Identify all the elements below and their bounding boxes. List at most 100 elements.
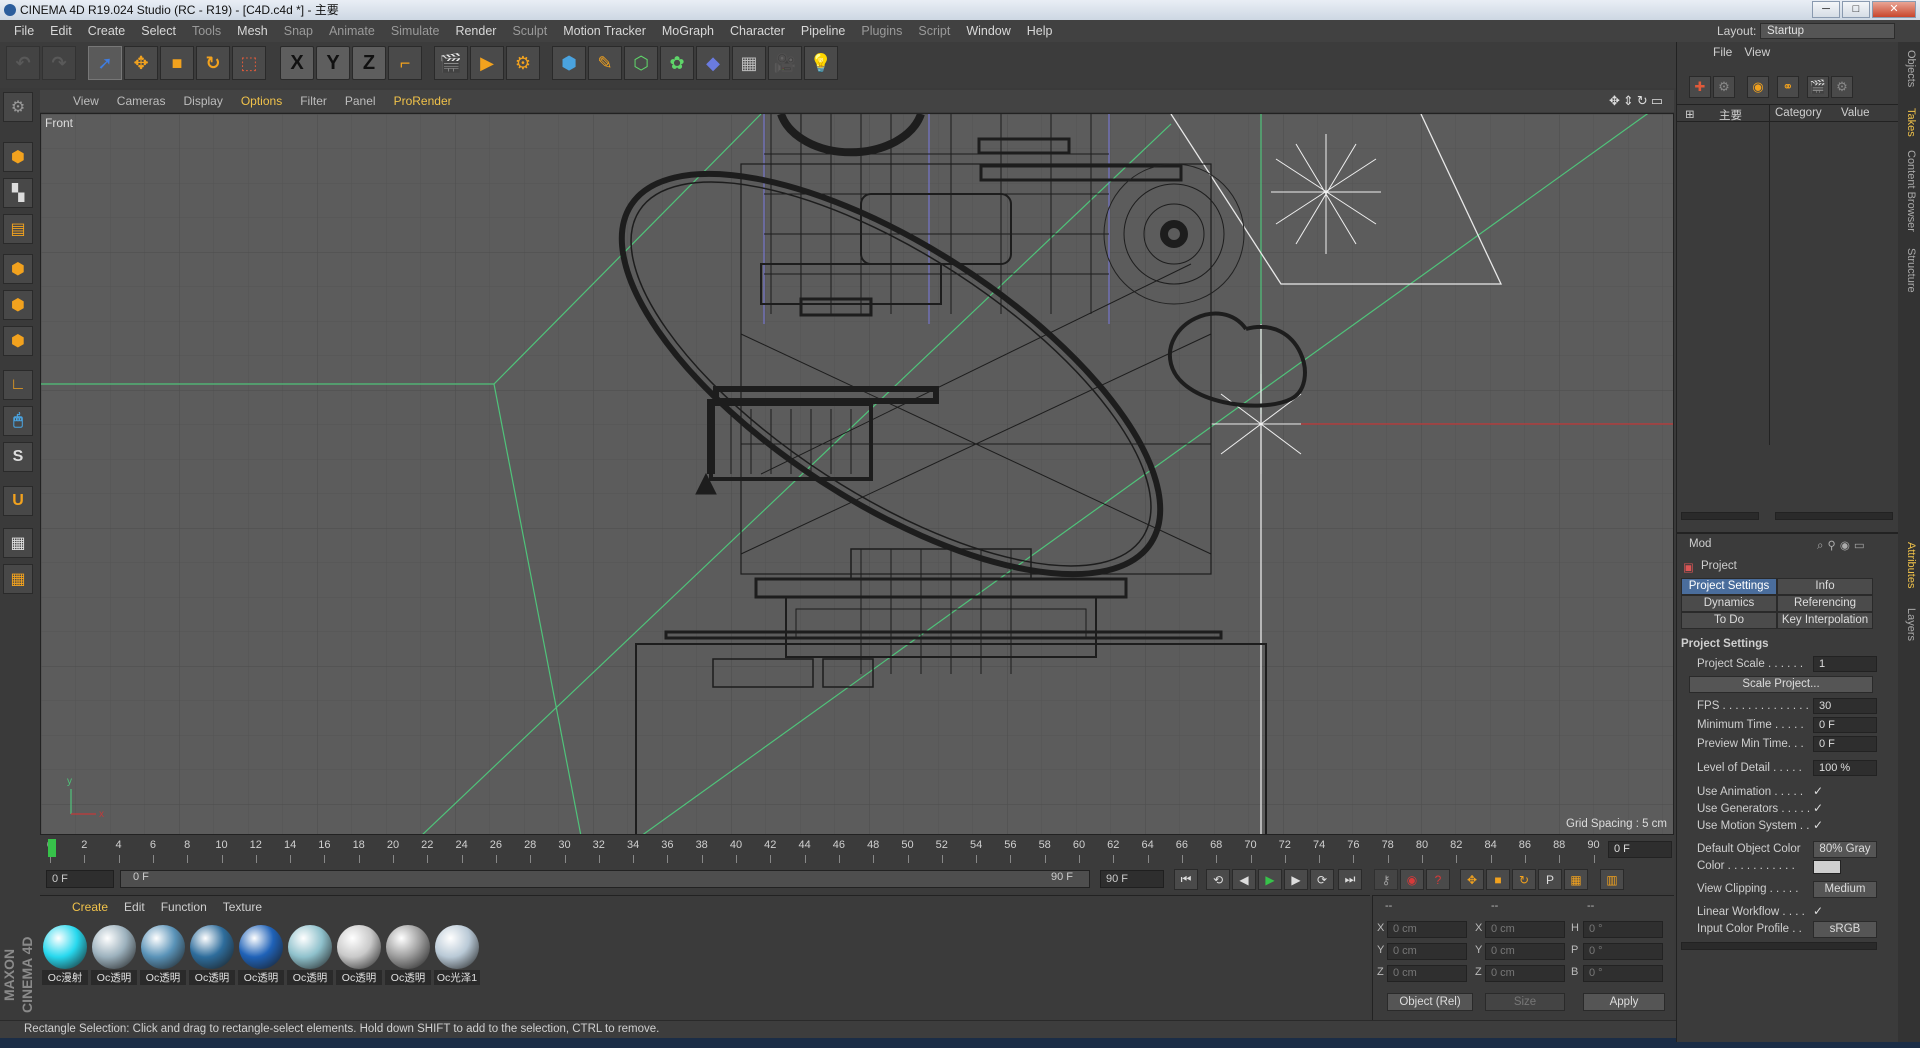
tab-dynamics[interactable]: Dynamics bbox=[1681, 595, 1777, 612]
takes-expand-icon[interactable]: ⊞ bbox=[1685, 107, 1695, 121]
key-scale-button[interactable]: ■ bbox=[1486, 869, 1510, 890]
subdivision-button[interactable]: ⬡ bbox=[624, 46, 658, 80]
viewport-menu-filter[interactable]: Filter bbox=[291, 94, 336, 108]
position-z-field[interactable]: 0 cm bbox=[1387, 965, 1467, 982]
menu-animate[interactable]: Animate bbox=[321, 20, 383, 42]
view-clipping-select[interactable]: Medium bbox=[1813, 881, 1877, 898]
undo-button[interactable]: ↶ bbox=[6, 46, 40, 80]
menu-edit[interactable]: Edit bbox=[42, 20, 80, 42]
rotation-p-field[interactable]: 0 ° bbox=[1583, 943, 1663, 960]
vtab-content-browser[interactable]: Content Browser bbox=[1901, 150, 1917, 232]
planar-workplane-button[interactable]: ▦ bbox=[3, 564, 33, 594]
size-y-field[interactable]: 0 cm bbox=[1485, 943, 1565, 960]
menu-tools[interactable]: Tools bbox=[184, 20, 229, 42]
x-axis-lock-button[interactable]: X bbox=[280, 46, 314, 80]
takes-scrollbar-right[interactable] bbox=[1775, 512, 1893, 520]
camera-button[interactable]: 🎥 bbox=[768, 46, 802, 80]
deformer-button[interactable]: ◆ bbox=[696, 46, 730, 80]
attr-mode-menu[interactable]: Mod bbox=[1689, 538, 1711, 550]
position-x-field[interactable]: 0 cm bbox=[1387, 921, 1467, 938]
linear-workflow-checkbox[interactable]: ✓ bbox=[1813, 904, 1823, 918]
material-item[interactable]: Oc透明 bbox=[238, 924, 284, 985]
points-mode-button[interactable]: ⬢ bbox=[3, 254, 33, 284]
coordinate-system-button[interactable]: ⌐ bbox=[388, 46, 422, 80]
maximize-button[interactable]: □ bbox=[1842, 1, 1870, 18]
model-mode-button[interactable]: ⬢ bbox=[3, 142, 33, 172]
texture-mode-button[interactable]: ▚ bbox=[3, 178, 33, 208]
go-to-start-button[interactable]: ⏮ bbox=[1174, 869, 1198, 890]
default-color-select[interactable]: 80% Gray bbox=[1813, 841, 1877, 858]
menu-pipeline[interactable]: Pipeline bbox=[793, 20, 853, 42]
apply-button[interactable]: Apply bbox=[1583, 993, 1665, 1011]
select-tool-button[interactable]: ➚ bbox=[88, 46, 122, 80]
workplane-lock-button[interactable]: ▦ bbox=[3, 528, 33, 558]
take-lock-button[interactable]: ⚭ bbox=[1777, 76, 1799, 98]
playhead-marker[interactable] bbox=[48, 839, 56, 857]
make-editable-button[interactable]: ⚙ bbox=[3, 92, 33, 122]
solo-button[interactable]: S bbox=[3, 442, 33, 472]
start-frame-field[interactable]: 0 F bbox=[46, 870, 114, 888]
mograph-cloner-button[interactable]: ✿ bbox=[660, 46, 694, 80]
menu-mograph[interactable]: MoGraph bbox=[654, 20, 722, 42]
z-axis-lock-button[interactable]: Z bbox=[352, 46, 386, 80]
material-item[interactable]: Oc漫射 bbox=[42, 924, 88, 985]
lod-field[interactable]: 100 % bbox=[1813, 760, 1877, 776]
menu-script[interactable]: Script bbox=[910, 20, 958, 42]
use-generators-checkbox[interactable]: ✓ bbox=[1813, 801, 1823, 815]
close-button[interactable]: ✕ bbox=[1872, 1, 1916, 18]
takes-scrollbar-left[interactable] bbox=[1681, 512, 1759, 520]
object-menu-view[interactable]: View bbox=[1738, 45, 1776, 59]
render-settings-button[interactable]: ⚙ bbox=[506, 46, 540, 80]
y-axis-lock-button[interactable]: Y bbox=[316, 46, 350, 80]
move-tool-button[interactable]: ✥ bbox=[124, 46, 158, 80]
rotation-b-field[interactable]: 0 ° bbox=[1583, 965, 1663, 982]
menu-sculpt[interactable]: Sculpt bbox=[504, 20, 555, 42]
cube-primitive-button[interactable]: ⬢ bbox=[552, 46, 586, 80]
floor-button[interactable]: ▦ bbox=[732, 46, 766, 80]
material-menu-edit[interactable]: Edit bbox=[116, 900, 153, 914]
key-rotation-button[interactable]: ↻ bbox=[1512, 869, 1536, 890]
recent-tools-button[interactable]: ⬚ bbox=[232, 46, 266, 80]
menu-snap[interactable]: Snap bbox=[276, 20, 321, 42]
size-z-field[interactable]: 0 cm bbox=[1485, 965, 1565, 982]
project-scale-field[interactable]: 1 bbox=[1813, 656, 1877, 672]
scale-project-button[interactable]: Scale Project... bbox=[1689, 676, 1873, 693]
edges-mode-button[interactable]: ⬢ bbox=[3, 290, 33, 320]
take-overrides-button[interactable]: ⚙ bbox=[1713, 76, 1735, 98]
redo-button[interactable]: ↷ bbox=[42, 46, 76, 80]
menu-create[interactable]: Create bbox=[80, 20, 134, 42]
material-menu-create[interactable]: Create bbox=[64, 900, 116, 914]
play-button[interactable]: ▶ bbox=[1258, 869, 1282, 890]
key-pla-button[interactable]: ▦ bbox=[1564, 869, 1588, 890]
vtab-takes[interactable]: Takes bbox=[1901, 108, 1917, 137]
keyframe-selection-button[interactable]: ? bbox=[1426, 869, 1450, 890]
tab-info[interactable]: Info bbox=[1777, 578, 1873, 595]
tab-referencing[interactable]: Referencing bbox=[1777, 595, 1873, 612]
material-item[interactable]: Oc透明 bbox=[287, 924, 333, 985]
vtab-objects[interactable]: Objects bbox=[1901, 50, 1917, 87]
input-profile-select[interactable]: sRGB bbox=[1813, 921, 1877, 938]
rotation-h-field[interactable]: 0 ° bbox=[1583, 921, 1663, 938]
render-picture-viewer-button[interactable]: ▶ bbox=[470, 46, 504, 80]
take-add-button[interactable]: ✚ bbox=[1689, 76, 1711, 98]
fps-field[interactable]: 30 bbox=[1813, 698, 1877, 714]
viewport-menu-prorender[interactable]: ProRender bbox=[385, 94, 461, 108]
go-to-end-button[interactable]: ⏭ bbox=[1338, 869, 1362, 890]
autokey-button[interactable]: ◉ bbox=[1400, 869, 1424, 890]
material-item[interactable]: Oc透明 bbox=[385, 924, 431, 985]
vtab-attributes[interactable]: Attributes bbox=[1901, 542, 1917, 588]
axis-mode-button[interactable]: ∟ bbox=[3, 370, 33, 400]
viewport-menu-display[interactable]: Display bbox=[174, 94, 231, 108]
material-item[interactable]: Oc透明 bbox=[189, 924, 235, 985]
size-x-field[interactable]: 0 cm bbox=[1485, 921, 1565, 938]
prev-frame-button[interactable]: ◀ bbox=[1232, 869, 1256, 890]
use-motion-checkbox[interactable]: ✓ bbox=[1813, 818, 1823, 832]
menu-select[interactable]: Select bbox=[133, 20, 184, 42]
menu-motion-tracker[interactable]: Motion Tracker bbox=[555, 20, 654, 42]
vtab-structure[interactable]: Structure bbox=[1901, 248, 1917, 293]
coord-size-select[interactable]: Size bbox=[1485, 993, 1565, 1011]
record-keys-button[interactable]: ⚷ bbox=[1374, 869, 1398, 890]
key-parameter-button[interactable]: P bbox=[1538, 869, 1562, 890]
next-key-button[interactable]: ⟳ bbox=[1310, 869, 1334, 890]
menu-help[interactable]: Help bbox=[1019, 20, 1061, 42]
